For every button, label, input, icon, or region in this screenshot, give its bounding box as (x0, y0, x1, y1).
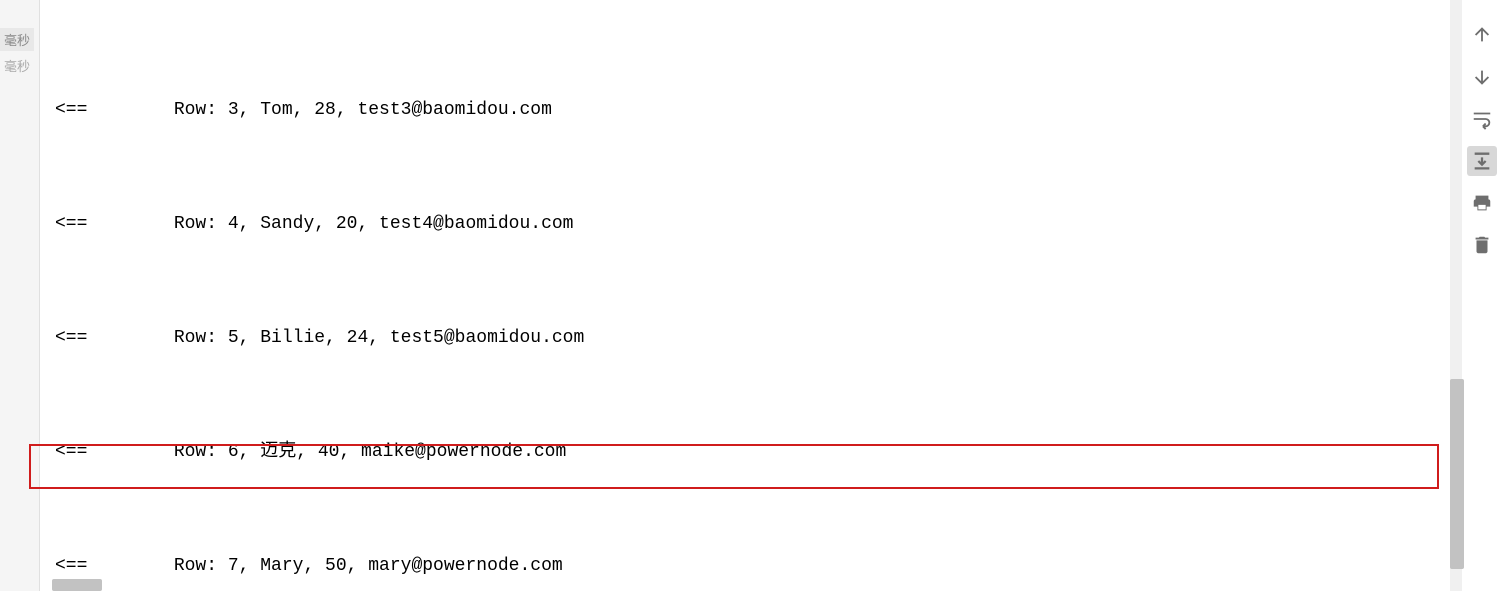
print-icon[interactable] (1467, 188, 1497, 218)
console-line: <== Row: 7, Mary, 50, mary@powernode.com (55, 547, 1436, 581)
tab-label-2: 毫秒 (0, 54, 34, 77)
vertical-scrollbar-thumb[interactable] (1450, 379, 1464, 569)
console-line: <== Row: 5, Billie, 24, test5@baomidou.c… (55, 319, 1436, 357)
scroll-down-icon[interactable] (1467, 62, 1497, 92)
scroll-to-end-icon[interactable] (1467, 146, 1497, 176)
left-gutter: 毫秒 毫秒 (0, 0, 40, 591)
console-output[interactable]: <== Row: 3, Tom, 28, test3@baomidou.com … (40, 0, 1446, 581)
console-line: <== Row: 3, Tom, 28, test3@baomidou.com (55, 91, 1436, 129)
right-toolbar (1462, 20, 1502, 260)
tab-label-1: 毫秒 (0, 28, 34, 51)
soft-wrap-icon[interactable] (1467, 104, 1497, 134)
scroll-up-icon[interactable] (1467, 20, 1497, 50)
console-line: <== Row: 4, Sandy, 20, test4@baomidou.co… (55, 205, 1436, 243)
console-line: <== Row: 6, 迈克, 40, maike@powernode.com (55, 433, 1436, 471)
horizontal-scrollbar-thumb[interactable] (52, 579, 102, 591)
delete-icon[interactable] (1467, 230, 1497, 260)
